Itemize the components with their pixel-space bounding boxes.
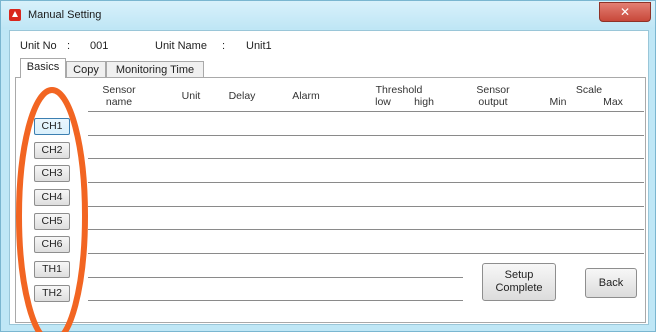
setup-complete-button[interactable]: Setup Complete [482,263,556,301]
unit-no-label: Unit No [20,40,57,52]
app-icon [9,9,21,21]
unit-no-value: 001 [90,40,109,52]
close-button[interactable]: ✕ [599,2,651,22]
window-title: Manual Setting [28,9,102,21]
th2-button[interactable]: TH2 [34,285,70,302]
row-divider [88,158,644,159]
ch2-button[interactable]: CH2 [34,142,70,159]
header-scale-max: Max [603,96,623,108]
ch1-button[interactable]: CH1 [34,118,70,135]
header-threshold-low: low [375,96,391,108]
unit-name-label: Unit Name [155,40,207,52]
manual-setting-window: Manual Setting ✕ Unit No : 001 Unit Name… [0,0,656,332]
unit-no-colon: : [67,40,71,52]
ch3-button[interactable]: CH3 [34,165,70,182]
row-divider [88,229,644,230]
row-divider [88,135,644,136]
header-sensor-name: Sensor name [102,84,136,108]
row-divider [88,111,644,112]
back-button[interactable]: Back [585,268,637,298]
header-threshold-high: high [414,96,434,108]
ch6-button[interactable]: CH6 [34,236,70,253]
th1-button[interactable]: TH1 [34,261,70,278]
row-divider [88,182,644,183]
unit-name-value: Unit1 [246,40,272,52]
header-scale-min: Min [549,96,567,108]
header-unit: Unit [181,90,201,102]
header-sensor-output: Sensor output [476,84,510,108]
header-alarm: Alarm [292,90,320,102]
header-threshold: Threshold [375,84,423,96]
unit-name-colon: : [222,40,226,52]
row-divider [88,300,463,301]
tab-basics[interactable]: Basics [20,58,66,78]
header-delay: Delay [228,90,256,102]
basics-panel: Sensor name Unit Delay Alarm Threshold lo… [15,77,646,323]
header-scale: Scale [575,84,603,96]
title-bar: Manual Setting ✕ [1,1,655,29]
row-divider [88,253,644,254]
row-divider [88,277,463,278]
ch5-button[interactable]: CH5 [34,213,70,230]
close-icon: ✕ [619,5,631,19]
client-area: Unit No : 001 Unit Name : Unit1 Basics C… [9,30,649,325]
row-divider [88,206,644,207]
ch4-button[interactable]: CH4 [34,189,70,206]
